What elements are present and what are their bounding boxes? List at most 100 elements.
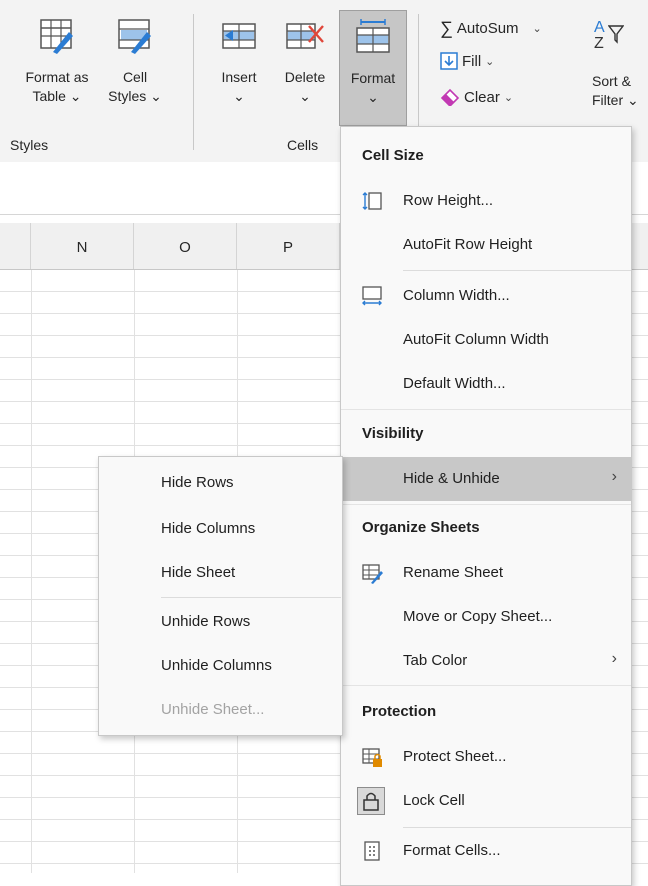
insert-label: Insert (221, 69, 257, 85)
format-dropdown-menu: Cell Size Row Height... AutoFit Row Heig… (340, 126, 632, 886)
insert-cells-icon (222, 23, 256, 49)
hide-columns-label: Hide Columns (161, 520, 256, 537)
hide-rows-label: Hide Rows (161, 474, 234, 491)
fill-button[interactable]: Fill ⌄ (440, 52, 494, 70)
unhide-columns-item[interactable]: Unhide Columns (99, 643, 342, 689)
group-separator (193, 14, 194, 150)
fill-label: Fill (462, 52, 482, 70)
autofit-column-width-item[interactable]: AutoFit Column Width (341, 318, 631, 362)
fill-down-icon (440, 52, 458, 70)
submenu-separator (161, 597, 341, 598)
clear-label: Clear (464, 88, 500, 106)
column-header-o[interactable]: O (134, 223, 237, 269)
format-as-table-button[interactable]: Format as Table ⌄ (14, 18, 100, 106)
rename-sheet-item[interactable]: Rename Sheet (341, 551, 631, 595)
tab-color-label: Tab Color (403, 652, 468, 669)
cell-styles-icon (118, 19, 151, 54)
hide-rows-item[interactable]: Hide Rows (99, 460, 342, 506)
chevron-down-icon: ⌄ (485, 55, 495, 68)
sort-filter-label: Sort & (592, 73, 631, 89)
default-width-item[interactable]: Default Width... (341, 362, 631, 406)
autosum-button[interactable]: ∑ AutoSum ⌄ (440, 18, 542, 39)
autofit-row-height-label: AutoFit Row Height (403, 236, 533, 253)
grid-column-line (31, 270, 32, 873)
cells-group-label: Cells (287, 137, 319, 153)
format-as-table-label-2: Table ⌄ (32, 88, 82, 104)
delete-button[interactable]: Delete ⌄ (274, 18, 336, 106)
organize-sheets-header: Organize Sheets (362, 519, 480, 536)
lock-icon (357, 787, 385, 815)
unhide-sheet-item: Unhide Sheet... (99, 687, 342, 733)
chevron-right-icon: › (611, 650, 617, 667)
format-as-table-label: Format as (25, 69, 89, 85)
autofit-column-width-label: AutoFit Column Width (403, 331, 549, 348)
row-height-item[interactable]: Row Height... (341, 179, 631, 223)
delete-chevron: ⌄ (299, 88, 311, 104)
menu-section-separator (341, 409, 631, 410)
chevron-down-icon: ⌄ (503, 91, 514, 104)
delete-label: Delete (284, 69, 326, 85)
menu-section-separator (341, 504, 631, 505)
format-chevron: ⌄ (367, 89, 379, 105)
format-cells-item[interactable]: Format Cells... (341, 829, 631, 873)
visibility-header: Visibility (362, 425, 424, 442)
delete-cells-icon (286, 23, 324, 49)
format-cells-icon (364, 841, 380, 861)
format-cells-label: Format Cells... (403, 842, 501, 859)
eraser-icon (440, 88, 460, 106)
insert-button[interactable]: Insert ⌄ (210, 18, 268, 106)
column-header-left-partial[interactable] (0, 223, 31, 269)
column-header-p[interactable]: P (237, 223, 340, 269)
column-width-item[interactable]: Column Width... (341, 274, 631, 318)
sort-glyph-z: Z (594, 35, 604, 52)
cell-styles-button[interactable]: Cell Styles ⌄ (104, 18, 166, 106)
unhide-sheet-label: Unhide Sheet... (161, 701, 265, 718)
row-height-icon (362, 192, 382, 210)
menu-section-separator (341, 685, 631, 686)
format-button[interactable]: Format ⌄ (339, 10, 407, 126)
hide-sheet-item[interactable]: Hide Sheet (99, 550, 342, 596)
insert-chevron: ⌄ (233, 88, 245, 104)
unhide-rows-label: Unhide Rows (161, 613, 251, 630)
protect-sheet-label: Protect Sheet... (403, 748, 507, 765)
unhide-rows-item[interactable]: Unhide Rows (99, 599, 342, 645)
autosum-label: AutoSum (456, 20, 519, 37)
protect-sheet-item[interactable]: Protect Sheet... (341, 735, 631, 779)
cell-styles-label-2: Styles ⌄ (108, 88, 162, 104)
hide-columns-item[interactable]: Hide Columns (99, 506, 342, 552)
chevron-right-icon: › (611, 468, 617, 485)
default-width-label: Default Width... (403, 375, 506, 392)
rename-sheet-icon (362, 564, 383, 584)
format-label: Format (350, 70, 396, 86)
clear-button[interactable]: Clear ⌄ (440, 88, 513, 106)
menu-separator (403, 270, 631, 271)
move-copy-sheet-label: Move or Copy Sheet... (403, 608, 553, 625)
row-height-label: Row Height... (403, 192, 494, 209)
format-cells-ribbon-icon (356, 19, 390, 53)
cell-size-header: Cell Size (362, 147, 424, 164)
chevron-down-icon: ⌄ (532, 23, 542, 35)
column-header-n[interactable]: N (31, 223, 134, 269)
move-copy-sheet-item[interactable]: Move or Copy Sheet... (341, 595, 631, 639)
rename-sheet-label: Rename Sheet (403, 564, 504, 581)
lock-cell-label: Lock Cell (403, 792, 465, 809)
protection-header: Protection (362, 703, 437, 720)
cell-styles-label: Cell (122, 69, 148, 85)
column-width-icon (362, 286, 382, 306)
sort-filter-icon: A Z (592, 18, 632, 56)
hide-unhide-submenu: Hide Rows Hide Columns Hide Sheet Unhide… (98, 456, 343, 736)
sigma-icon: ∑ (440, 18, 453, 38)
column-width-label: Column Width... (403, 287, 510, 304)
sort-filter-label-2: Filter ⌄ (592, 92, 639, 108)
hide-unhide-item[interactable]: Hide & Unhide › (341, 457, 631, 501)
autofit-row-height-item[interactable]: AutoFit Row Height (341, 223, 631, 267)
unhide-columns-label: Unhide Columns (161, 657, 272, 674)
menu-separator (403, 827, 631, 828)
styles-group-label: Styles (10, 137, 49, 153)
format-as-table-icon (40, 19, 73, 54)
protect-sheet-icon (362, 748, 382, 767)
hide-sheet-label: Hide Sheet (161, 564, 236, 581)
lock-cell-item[interactable]: Lock Cell (341, 779, 631, 823)
tab-color-item[interactable]: Tab Color › (341, 639, 631, 683)
sort-filter-button[interactable]: A Z Sort & Filter ⌄ (592, 18, 648, 110)
